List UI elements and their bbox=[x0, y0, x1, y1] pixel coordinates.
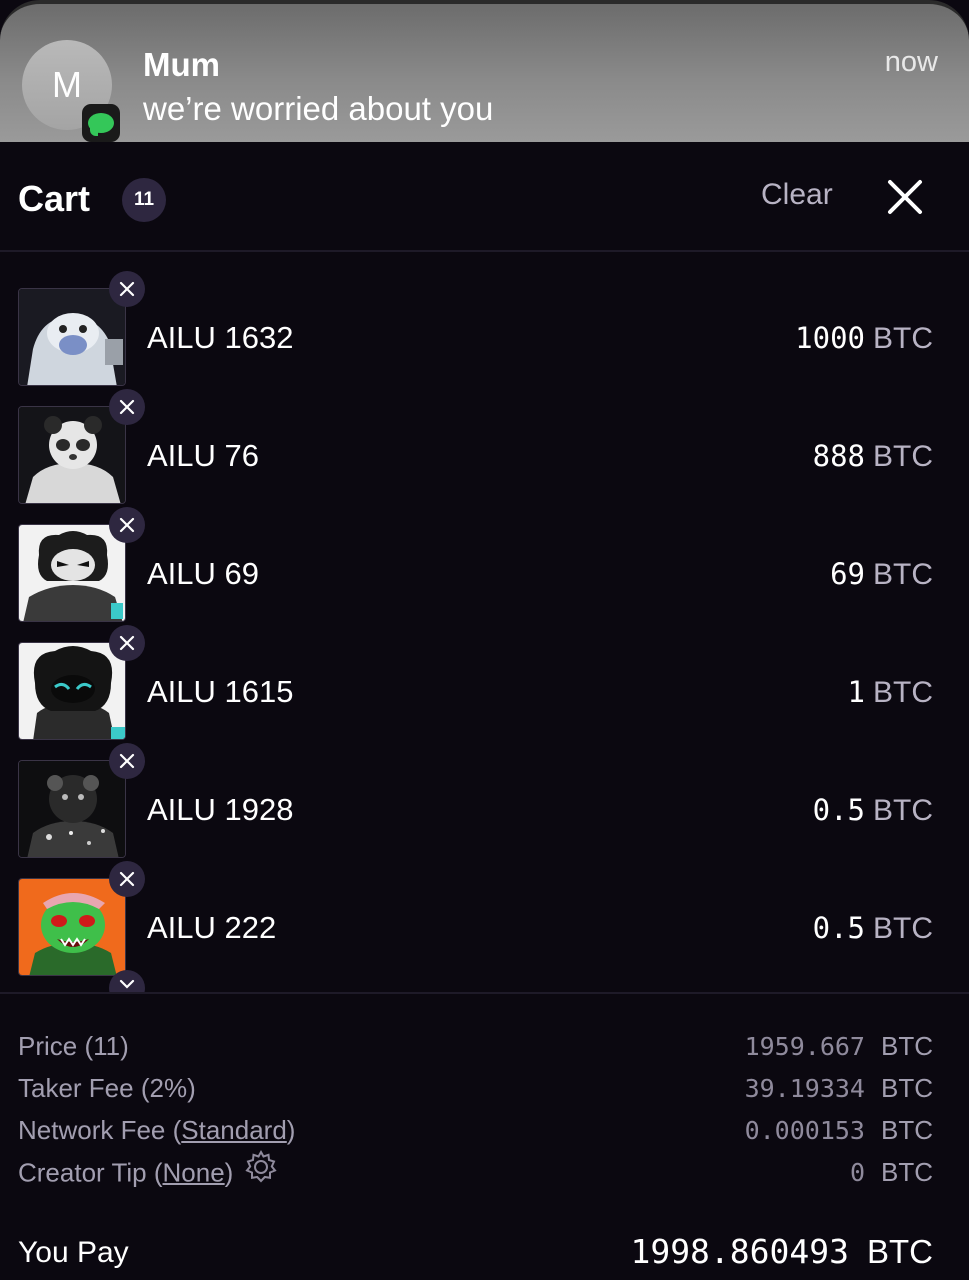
item-price-amount: 1000 bbox=[795, 321, 865, 355]
cart-header: Cart 11 Clear bbox=[0, 142, 969, 252]
item-price-currency: BTC bbox=[873, 794, 933, 827]
creator-tip-currency: BTC bbox=[881, 1157, 933, 1187]
x-icon bbox=[119, 635, 135, 651]
item-price-currency: BTC bbox=[873, 676, 933, 709]
remove-item-button[interactable] bbox=[109, 271, 145, 307]
cart-item-list[interactable]: AILU 1632 1000 BTC AILU 76 888 BTC AILU … bbox=[0, 252, 969, 994]
cart-item: AILU 1632 1000 BTC bbox=[0, 252, 969, 386]
messages-app-icon bbox=[82, 104, 120, 142]
creator-tip-prefix: Creator Tip ( bbox=[18, 1157, 163, 1188]
network-fee-value: 0.000153 BTC bbox=[745, 1115, 933, 1146]
creator-tip-value: 0 BTC bbox=[850, 1157, 933, 1188]
close-icon bbox=[888, 180, 922, 214]
item-price: 0.5 BTC bbox=[813, 910, 933, 946]
item-price-amount: 69 bbox=[830, 557, 865, 591]
creator-tip-link[interactable]: None bbox=[163, 1157, 225, 1187]
network-fee-amount: 0.000153 bbox=[744, 1116, 865, 1145]
scroll-more-indicator[interactable] bbox=[109, 970, 145, 992]
item-price-currency: BTC bbox=[873, 558, 933, 591]
close-cart-button[interactable] bbox=[880, 172, 930, 222]
app-screen: M Mum we’re worried about you now Cart 1… bbox=[0, 0, 969, 1280]
creator-tip-amount: 0 bbox=[849, 1158, 865, 1187]
nft-thumbnail[interactable] bbox=[18, 878, 126, 976]
you-pay-currency: BTC bbox=[867, 1233, 933, 1270]
item-price-amount: 0.5 bbox=[812, 911, 865, 945]
network-fee-suffix: ) bbox=[286, 1115, 296, 1145]
remove-item-button[interactable] bbox=[109, 389, 145, 425]
notification-sender: Mum bbox=[143, 46, 220, 83]
item-name: AILU 1928 bbox=[147, 792, 294, 827]
notification-message: we’re worried about you bbox=[143, 90, 494, 127]
creator-tip-label: Creator Tip (None) bbox=[18, 1149, 279, 1192]
item-price: 1000 BTC bbox=[795, 320, 933, 356]
cart-item: AILU 76 888 BTC bbox=[0, 370, 969, 504]
cart-count-badge: 11 bbox=[122, 178, 166, 222]
item-price-currency: BTC bbox=[873, 440, 933, 473]
chevron-down-icon bbox=[119, 979, 135, 989]
x-icon bbox=[119, 871, 135, 887]
network-fee-currency: BTC bbox=[881, 1115, 933, 1145]
gear-icon[interactable] bbox=[243, 1149, 279, 1192]
cart-item: AILU 222 0.5 BTC bbox=[0, 842, 969, 976]
x-icon bbox=[119, 753, 135, 769]
price-amount: 1959.667 bbox=[744, 1032, 865, 1061]
item-name: AILU 222 bbox=[147, 910, 277, 945]
taker-fee-label: Taker Fee (2%) bbox=[18, 1073, 196, 1103]
item-name: AILU 1632 bbox=[147, 320, 294, 355]
price-value: 1959.667 BTC bbox=[745, 1031, 933, 1062]
x-icon bbox=[119, 399, 135, 415]
taker-fee-value: 39.19334 BTC bbox=[745, 1073, 933, 1104]
item-price: 69 BTC bbox=[830, 556, 933, 592]
taker-fee-currency: BTC bbox=[881, 1073, 933, 1103]
item-price-currency: BTC bbox=[873, 912, 933, 945]
item-price: 1 BTC bbox=[848, 674, 933, 710]
cart-item: AILU 1615 1 BTC bbox=[0, 606, 969, 740]
remove-item-button[interactable] bbox=[109, 625, 145, 661]
avatar-initial: M bbox=[52, 64, 82, 105]
network-fee-prefix: Network Fee ( bbox=[18, 1115, 182, 1145]
price-currency: BTC bbox=[881, 1031, 933, 1061]
clear-cart-button[interactable]: Clear bbox=[761, 178, 833, 212]
you-pay-row: You Pay 1998.860493 BTC bbox=[18, 1232, 933, 1276]
network-fee-speed-link[interactable]: Standard bbox=[181, 1115, 287, 1145]
cart-item: AILU 69 69 BTC bbox=[0, 488, 969, 622]
price-row: Price (11) 1959.667 BTC bbox=[18, 1031, 933, 1067]
item-price: 0.5 BTC bbox=[813, 792, 933, 828]
cart-item: AILU 1928 0.5 BTC bbox=[0, 724, 969, 858]
item-price-amount: 888 bbox=[812, 439, 865, 473]
item-name: AILU 69 bbox=[147, 556, 260, 591]
item-price-amount: 1 bbox=[847, 675, 865, 709]
x-icon bbox=[119, 281, 135, 297]
item-price-amount: 0.5 bbox=[812, 793, 865, 827]
notification-time: now bbox=[884, 46, 938, 78]
price-label: Price (11) bbox=[18, 1031, 129, 1061]
you-pay-amount: 1998.860493 bbox=[630, 1232, 849, 1271]
taker-fee-amount: 39.19334 bbox=[744, 1074, 865, 1103]
creator-tip-suffix: ) bbox=[224, 1157, 234, 1188]
item-price-currency: BTC bbox=[873, 322, 933, 355]
remove-item-button[interactable] bbox=[109, 507, 145, 543]
item-price: 888 BTC bbox=[813, 438, 933, 474]
item-name: AILU 1615 bbox=[147, 674, 294, 709]
taker-fee-row: Taker Fee (2%) 39.19334 BTC bbox=[18, 1073, 933, 1109]
remove-item-button[interactable] bbox=[109, 861, 145, 897]
you-pay-label: You Pay bbox=[18, 1236, 129, 1269]
network-fee-label: Network Fee (Standard) bbox=[18, 1115, 295, 1146]
network-fee-row: Network Fee (Standard) 0.000153 BTC bbox=[18, 1115, 933, 1151]
creator-tip-row: Creator Tip (None) 0 BTC bbox=[18, 1149, 933, 1193]
cart-title: Cart bbox=[18, 178, 91, 219]
x-icon bbox=[119, 517, 135, 533]
item-name: AILU 76 bbox=[147, 438, 260, 473]
remove-item-button[interactable] bbox=[109, 743, 145, 779]
you-pay-value: 1998.860493 BTC bbox=[630, 1232, 933, 1271]
message-notification[interactable]: M Mum we’re worried about you now bbox=[0, 0, 969, 142]
